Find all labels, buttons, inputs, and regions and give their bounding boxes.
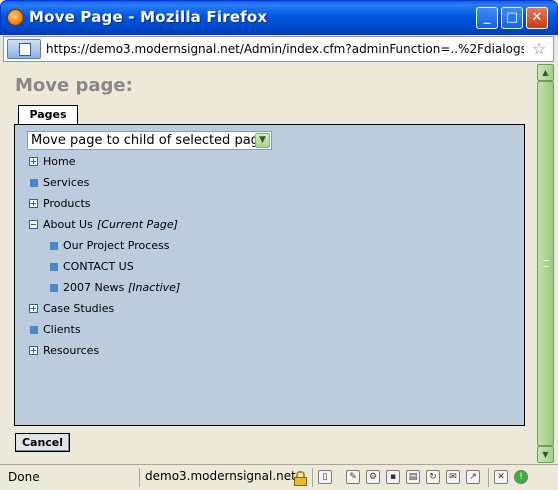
move-mode-select[interactable]: Move page to child of selected page ▼ (27, 131, 272, 150)
minimize-button[interactable]: _ (476, 7, 498, 29)
expand-icon[interactable] (29, 304, 38, 313)
move-mode-selected: Move page to child of selected page (31, 133, 267, 148)
page-bullet-icon (50, 242, 58, 250)
page-info-icon[interactable]: ▯ (318, 470, 332, 484)
scroll-down-button[interactable]: ▼ (537, 446, 554, 463)
address-bar[interactable]: https://demo3.modernsignal.net/Admin/ind… (3, 36, 554, 62)
tree-node-label[interactable]: Case Studies (43, 302, 114, 316)
bookmark-star-icon[interactable]: ☆ (532, 39, 546, 58)
expand-icon[interactable] (29, 346, 38, 355)
tree-node-label[interactable]: Services (43, 176, 89, 190)
tools-icon[interactable]: ✕ (494, 470, 508, 484)
collapse-icon[interactable] (29, 220, 38, 229)
tree-node-label[interactable]: Products (43, 197, 91, 211)
tree-node-label[interactable]: 2007 News (63, 281, 124, 295)
site-identity-icon[interactable] (7, 39, 41, 59)
address-url[interactable]: https://demo3.modernsignal.net/Admin/ind… (46, 42, 524, 56)
print-icon[interactable]: ▤ (406, 470, 420, 484)
status-divider (139, 468, 140, 487)
status-divider (312, 468, 313, 487)
mail-icon[interactable]: ✉ (446, 470, 460, 484)
page-content: Move page: Pages Move page to child of s… (3, 64, 535, 463)
firefox-icon (7, 9, 24, 26)
scroll-thumb[interactable] (537, 81, 554, 446)
tree-node-label[interactable]: Our Project Process (63, 239, 170, 253)
status-divider (488, 468, 489, 487)
page-bullet-icon (50, 284, 58, 292)
close-button[interactable]: ✕ (526, 7, 548, 29)
window-title: Move Page - Mozilla Firefox (29, 8, 268, 26)
expand-icon[interactable] (29, 199, 38, 208)
lock-icon[interactable] (294, 471, 307, 486)
page-bullet-icon (30, 326, 38, 334)
save-icon[interactable]: ▪ (386, 470, 400, 484)
tree-node-label[interactable]: CONTACT US (63, 260, 134, 274)
status-host: demo3.modernsignal.net (145, 469, 296, 483)
edit-icon[interactable]: ✎ (346, 470, 360, 484)
page-bullet-icon (30, 179, 38, 187)
maximize-button[interactable]: □ (501, 7, 523, 29)
status-text: Done (8, 470, 40, 484)
network-icon[interactable]: ⚙ (366, 470, 380, 484)
expand-icon[interactable] (29, 157, 38, 166)
chart-icon[interactable]: ↗ (466, 470, 480, 484)
vertical-scrollbar[interactable]: ▲ ▼ (537, 64, 554, 463)
page-bullet-icon (50, 263, 58, 271)
chevron-down-icon[interactable]: ▼ (255, 133, 270, 148)
tree-node-label[interactable]: About Us (43, 218, 93, 232)
tree-node-note: [Inactive] (128, 281, 181, 294)
window-titlebar[interactable]: Move Page - Mozilla Firefox _ □ ✕ (0, 0, 558, 35)
status-ok-icon[interactable]: ! (514, 470, 528, 484)
pages-panel: Move page to child of selected page ▼ Ho… (14, 124, 525, 426)
reload-icon[interactable]: ↻ (426, 470, 440, 484)
status-bar: Done demo3.modernsignal.net ▯ ✎ ⚙ ▪ ▤ ↻ … (0, 464, 558, 490)
tab-pages[interactable]: Pages (18, 105, 78, 125)
tree-node-label[interactable]: Home (43, 155, 75, 169)
tree-node-note: [Current Page] (97, 218, 178, 231)
tree-node-label[interactable]: Clients (43, 323, 81, 337)
tree-node-label[interactable]: Resources (43, 344, 99, 358)
page-title: Move page: (15, 75, 133, 96)
scroll-up-button[interactable]: ▲ (537, 64, 554, 81)
cancel-button[interactable]: Cancel (15, 433, 70, 452)
